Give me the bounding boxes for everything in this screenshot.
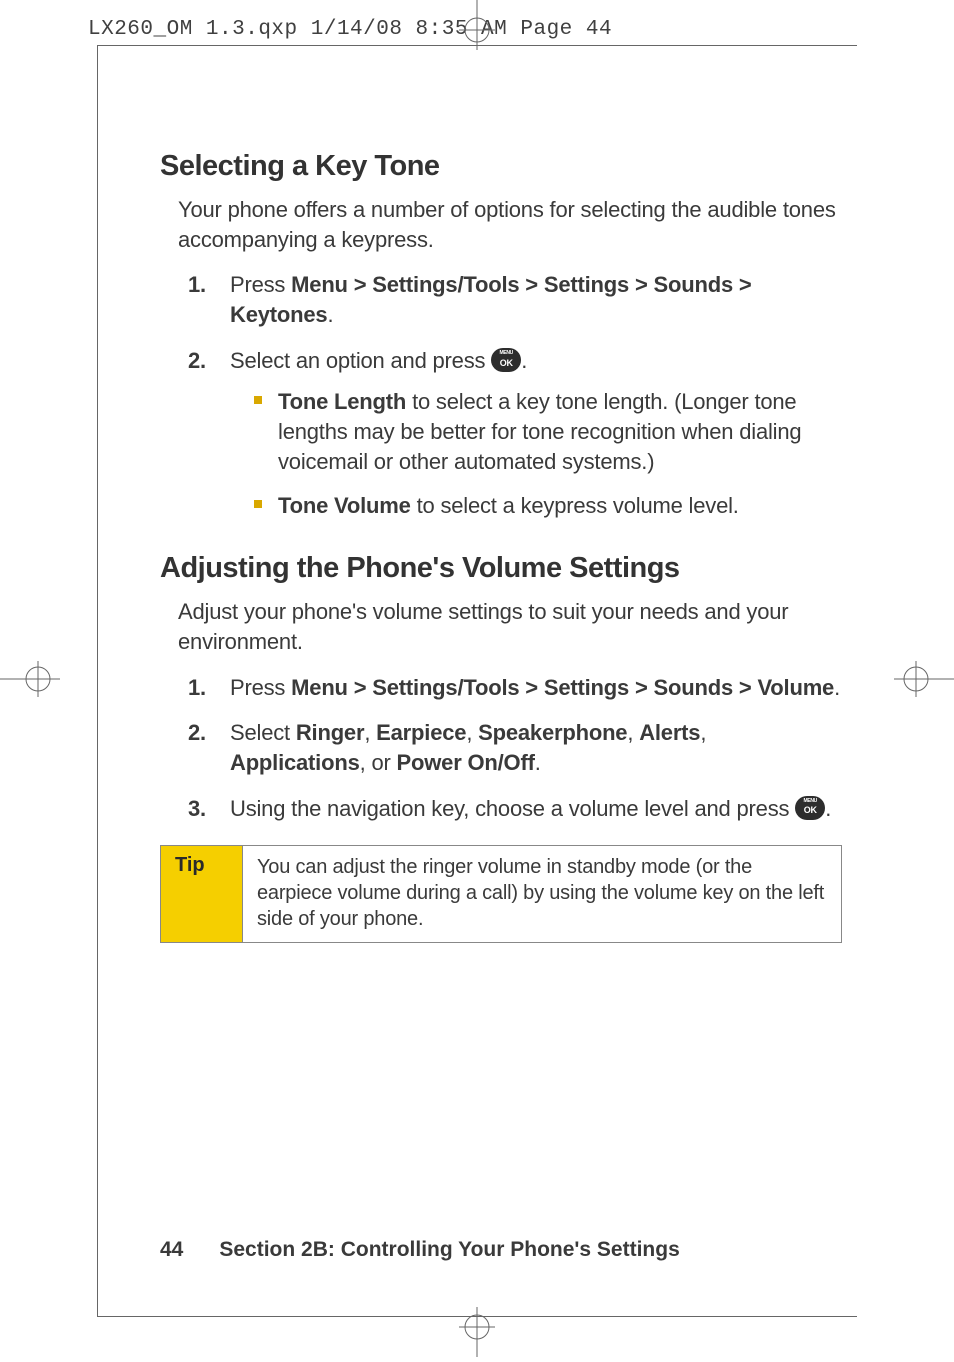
registration-mark-right-icon: [894, 655, 954, 708]
icon-label-bottom: OK: [500, 357, 513, 369]
heading-key-tone: Selecting a Key Tone: [160, 150, 840, 183]
step-text: Select: [230, 720, 296, 745]
page-number: 44: [160, 1238, 183, 1261]
step-2: Select Ringer, Earpiece, Speakerphone, A…: [188, 718, 840, 777]
step-bold: Earpiece: [376, 720, 466, 745]
step-sep: ,: [466, 720, 478, 745]
step-text: Press: [230, 272, 291, 297]
step-2: Select an option and press MENUOK. Tone …: [188, 346, 840, 520]
registration-mark-top-icon: [453, 0, 501, 55]
tip-text: You can adjust the ringer volume in stan…: [243, 846, 841, 942]
menu-ok-icon: MENUOK: [795, 796, 825, 820]
bullet-tone-length: Tone Length to select a key tone length.…: [254, 387, 840, 476]
step-bold: Ringer: [296, 720, 364, 745]
crop-line-bottom: [97, 1316, 857, 1317]
step-text: Using the navigation key, choose a volum…: [230, 796, 795, 821]
step-sep: , or: [360, 750, 397, 775]
step-text: .: [327, 302, 333, 327]
step-bold: Applications: [230, 750, 360, 775]
bullet-text: to select a keypress volume level.: [411, 493, 739, 518]
slug-line: LX260_OM 1.3.qxp 1/14/08 8:35 AM Page 44: [88, 18, 612, 41]
bullet-tone-volume: Tone Volume to select a keypress volume …: [254, 491, 840, 521]
step-3: Using the navigation key, choose a volum…: [188, 794, 840, 824]
bullet-bold: Tone Volume: [278, 493, 411, 518]
step-bold: Menu > Settings/Tools > Settings > Sound…: [230, 272, 752, 327]
heading-volume: Adjusting the Phone's Volume Settings: [160, 552, 840, 585]
tip-box: Tip You can adjust the ringer volume in …: [160, 845, 842, 943]
step-bold: Menu > Settings/Tools > Settings > Sound…: [291, 675, 834, 700]
bullet-bold: Tone Length: [278, 389, 406, 414]
step-sep: ,: [364, 720, 376, 745]
tip-label: Tip: [161, 846, 243, 942]
step-sep: ,: [700, 720, 706, 745]
page-content: Selecting a Key Tone Your phone offers a…: [160, 150, 840, 943]
intro-volume: Adjust your phone's volume settings to s…: [178, 597, 840, 656]
footer-section: Section 2B: Controlling Your Phone's Set…: [219, 1238, 679, 1261]
step-text: .: [521, 348, 527, 373]
step-1: Press Menu > Settings/Tools > Settings >…: [188, 673, 840, 703]
crop-line-left: [97, 45, 98, 1317]
steps-key-tone: Press Menu > Settings/Tools > Settings >…: [188, 270, 840, 520]
step-1: Press Menu > Settings/Tools > Settings >…: [188, 270, 840, 329]
page-footer: 44 Section 2B: Controlling Your Phone's S…: [160, 1238, 680, 1262]
crop-line-top: [97, 45, 857, 46]
step-text: Press: [230, 675, 291, 700]
icon-label-top: MENU: [499, 350, 513, 357]
menu-ok-icon: MENUOK: [491, 348, 521, 372]
steps-volume: Press Menu > Settings/Tools > Settings >…: [188, 673, 840, 824]
step-sep: ,: [627, 720, 639, 745]
icon-label-top: MENU: [803, 798, 817, 805]
step-text: .: [834, 675, 840, 700]
step-text: .: [535, 750, 541, 775]
step-text: .: [825, 796, 831, 821]
sub-bullets: Tone Length to select a key tone length.…: [254, 387, 840, 520]
step-text: Select an option and press: [230, 348, 491, 373]
registration-mark-left-icon: [0, 655, 60, 708]
step-bold: Speakerphone: [478, 720, 627, 745]
icon-label-bottom: OK: [804, 804, 817, 816]
step-bold: Power On/Off: [397, 750, 535, 775]
intro-key-tone: Your phone offers a number of options fo…: [178, 195, 840, 254]
step-bold: Alerts: [639, 720, 700, 745]
